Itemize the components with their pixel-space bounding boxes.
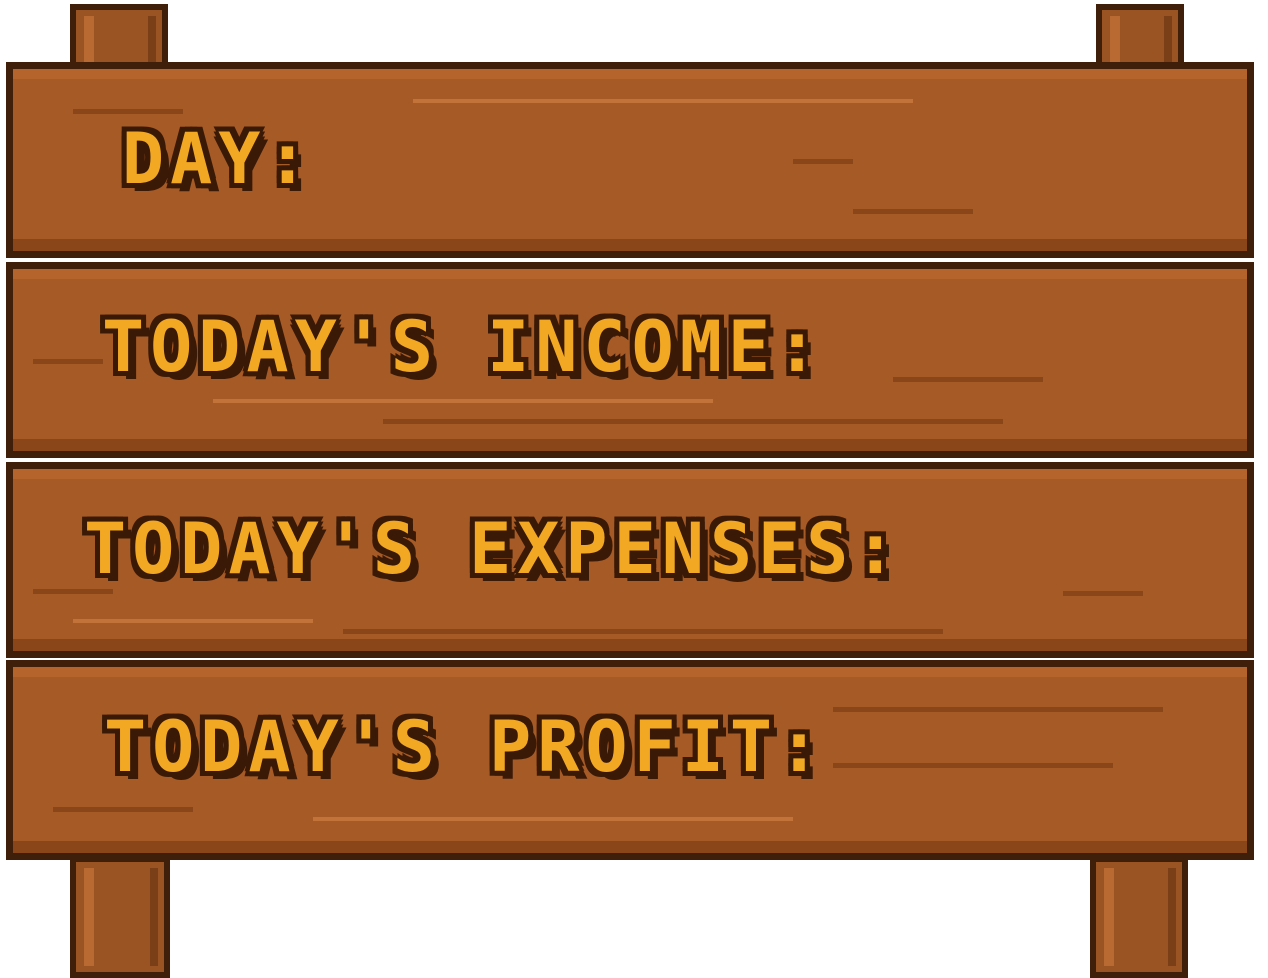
wood-grain [1063, 591, 1143, 596]
todays-expenses-label: TODAY'S EXPENSES: [84, 508, 903, 590]
todays-profit-label: TODAY'S PROFIT: [104, 706, 827, 788]
wood-grain [833, 763, 1113, 768]
bottom-right-post [1090, 856, 1188, 978]
wooden-sign-board: DAY: TODAY'S INCOME: TODAY'S EXPENSES: T… [0, 0, 1268, 978]
wood-grain [383, 419, 1003, 424]
wood-grain [893, 377, 1043, 382]
day-label: DAY: [122, 118, 315, 200]
wood-highlight [313, 817, 793, 821]
wood-highlight [213, 399, 713, 403]
wood-grain [33, 359, 103, 364]
wood-grain [833, 707, 1163, 712]
wood-grain [793, 159, 853, 164]
bottom-left-post [70, 856, 170, 978]
wood-highlight [413, 99, 913, 103]
wood-highlight [73, 619, 313, 623]
todays-income-label: TODAY'S INCOME: [102, 306, 825, 388]
wood-grain [853, 209, 973, 214]
wood-grain [343, 629, 943, 634]
wood-grain [73, 109, 183, 114]
wood-grain [53, 807, 193, 812]
